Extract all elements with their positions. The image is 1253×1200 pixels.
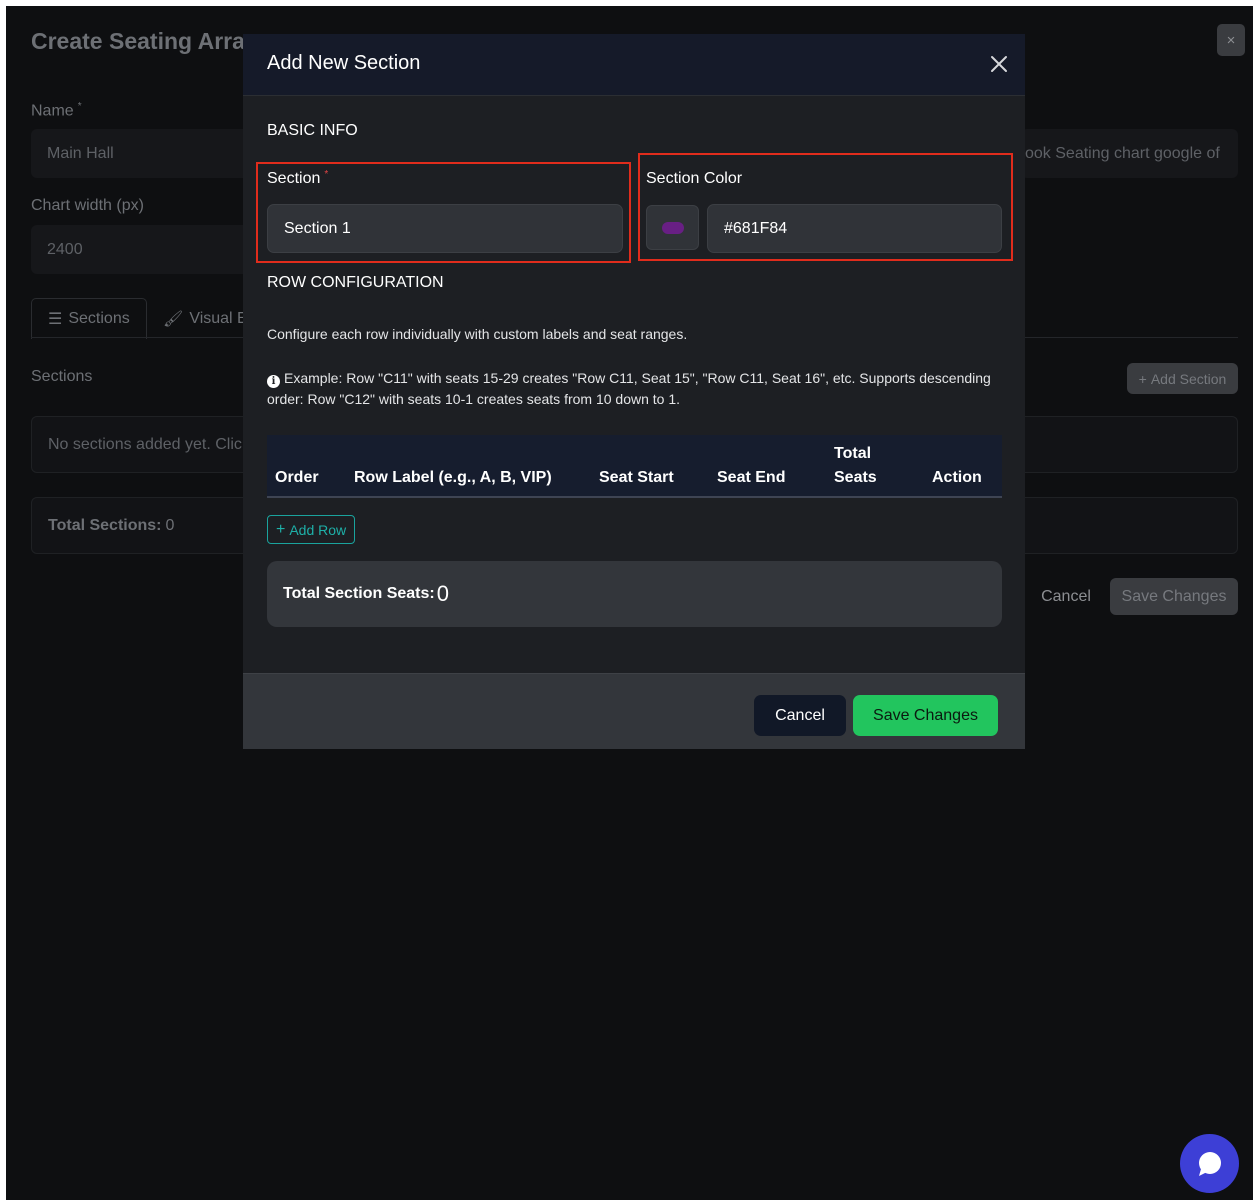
name-label: Name * <box>31 101 82 120</box>
page-cancel-button[interactable]: Cancel <box>1030 578 1102 615</box>
column-row-label: Row Label (e.g., A, B, VIP) <box>354 469 552 486</box>
close-icon[interactable] <box>985 50 1013 78</box>
tab-sections[interactable]: ☰ Sections <box>31 298 147 339</box>
row-configuration-description: Configure each row individually with cus… <box>267 326 688 342</box>
total-section-seats-value: 0 <box>436 581 449 606</box>
page-save-button[interactable]: Save Changes <box>1110 578 1238 615</box>
total-section-seats-box: Total Section Seats: 0 <box>267 561 1002 627</box>
sections-heading: Sections <box>31 368 93 385</box>
chat-widget-button[interactable] <box>1180 1134 1239 1193</box>
section-name-input[interactable] <box>267 204 623 253</box>
add-section-modal: Add New Section BASIC INFO Section * Sect… <box>243 34 1025 749</box>
rows-table-header: Order Row Label (e.g., A, B, VIP) Seat S… <box>267 435 1002 498</box>
modal-title: Add New Section <box>267 52 421 74</box>
cancel-button[interactable]: Cancel <box>754 695 846 736</box>
chart-width-label: Chart width (px) <box>31 197 144 214</box>
color-picker-button[interactable] <box>646 205 699 250</box>
page-title: Create Seating Arra <box>31 28 245 54</box>
row-configuration-heading: ROW CONFIGURATION <box>267 274 444 291</box>
page-close-button[interactable]: × <box>1217 24 1245 56</box>
column-action: Action <box>932 469 982 486</box>
color-swatch <box>661 221 684 234</box>
section-color-input[interactable] <box>707 204 1002 253</box>
save-changes-button[interactable]: Save Changes <box>853 695 998 736</box>
add-section-button[interactable]: + Add Section <box>1127 363 1238 394</box>
google-sheet-field[interactable]: ook Seating chart google of <box>1021 129 1238 178</box>
brush-icon: 🖌 <box>163 310 184 328</box>
app-page: Create Seating Arra × Name * Main Hall oo… <box>6 6 1253 1200</box>
plus-icon: + <box>276 520 286 538</box>
basic-info-heading: BASIC INFO <box>267 122 358 139</box>
chart-width-field[interactable]: 2400 <box>31 225 251 274</box>
plus-icon: + <box>1138 370 1147 387</box>
modal-footer: Cancel Save Changes <box>243 673 1025 749</box>
section-label: Section * <box>267 169 329 187</box>
list-icon: ☰ <box>48 311 63 328</box>
info-icon: i <box>267 375 280 388</box>
add-row-button[interactable]: + Add Row <box>267 515 356 544</box>
column-seat-end: Seat End <box>717 469 786 486</box>
name-field[interactable]: Main Hall <box>31 129 251 178</box>
example-note: i Example: Row "C11" with seats 15-29 cre… <box>267 370 991 407</box>
total-section-seats-label: Total Section Seats: <box>283 585 435 602</box>
column-order: Order <box>275 469 319 486</box>
modal-header: Add New Section <box>243 34 1025 96</box>
column-total-seats: Total Seats <box>834 445 877 486</box>
chat-bubble-icon <box>1198 1151 1221 1176</box>
section-color-label: Section Color <box>646 170 743 187</box>
column-seat-start: Seat Start <box>599 469 674 486</box>
